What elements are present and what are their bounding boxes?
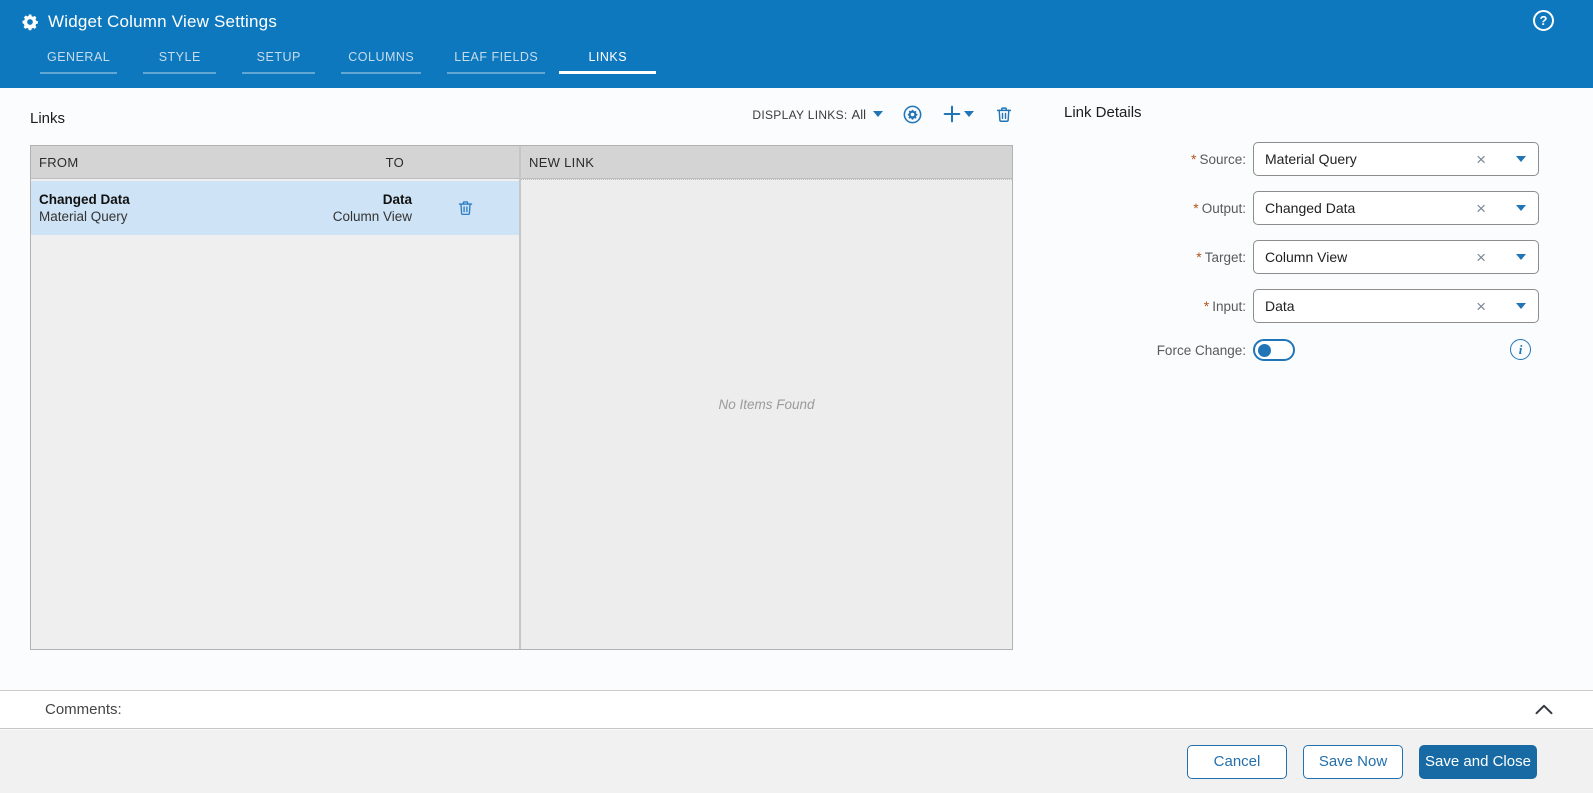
input-field-row: * Input: Data × (1064, 289, 1563, 323)
source-clear-icon[interactable]: × (1476, 151, 1486, 168)
to-column-header: TO (385, 154, 404, 170)
save-and-close-button[interactable]: Save and Close (1419, 744, 1537, 779)
existing-links-list: FROM TO Changed Data Material Query Data… (31, 146, 521, 649)
new-link-body: No Items Found (521, 179, 1012, 649)
link-from-output: Changed Data (39, 192, 130, 207)
output-clear-icon[interactable]: × (1476, 200, 1486, 217)
help-icon[interactable]: ? (1533, 10, 1554, 31)
new-link-header: NEW LINK (521, 146, 1012, 179)
target-select-value: Column View (1265, 249, 1348, 265)
add-link-chevron-down-icon[interactable] (964, 111, 974, 117)
target-clear-icon[interactable]: × (1476, 249, 1486, 266)
output-chevron-down-icon[interactable] (1516, 205, 1526, 211)
force-change-label: Force Change: (1156, 342, 1246, 358)
required-asterisk: * (1193, 200, 1199, 216)
titlebar: Widget Column View Settings ? (0, 0, 1593, 44)
link-row-selected[interactable]: Changed Data Material Query Data Column … (31, 181, 519, 235)
source-select[interactable]: Material Query × (1253, 142, 1539, 176)
dialog-title: Widget Column View Settings (48, 12, 278, 31)
save-now-button[interactable]: Save Now (1303, 744, 1403, 779)
link-from-widget: Material Query (39, 209, 128, 224)
input-select[interactable]: Data × (1253, 289, 1539, 323)
tab-setup[interactable]: SETUP (242, 44, 316, 88)
links-section-title: Links (30, 110, 66, 127)
display-links-value: All (851, 106, 866, 122)
source-label: * Source: (1191, 151, 1246, 167)
target-field-row: * Target: Column View × (1064, 240, 1563, 274)
input-label: * Input: (1203, 298, 1246, 314)
comments-label: Comments: (45, 701, 122, 718)
target-select[interactable]: Column View × (1253, 240, 1539, 274)
input-clear-icon[interactable]: × (1476, 298, 1486, 315)
target-chevron-down-icon[interactable] (1516, 254, 1526, 260)
dialog-header: Widget Column View Settings ? GENERAL ST… (0, 0, 1593, 88)
input-select-value: Data (1265, 298, 1295, 314)
gear-icon (21, 13, 39, 31)
empty-message: No Items Found (718, 396, 815, 412)
link-from-cell: Changed Data Material Query (39, 191, 202, 225)
tab-bar: GENERAL STYLE SETUP COLUMNS LEAF FIELDS … (39, 44, 657, 88)
delete-link-trash-icon[interactable] (995, 105, 1013, 124)
links-table-header: FROM TO (31, 146, 519, 179)
output-select[interactable]: Changed Data × (1253, 191, 1539, 225)
links-panel: FROM TO Changed Data Material Query Data… (30, 145, 1013, 650)
auto-link-gear-circle-icon[interactable] (902, 104, 923, 125)
output-select-value: Changed Data (1265, 200, 1356, 216)
tab-style[interactable]: STYLE (143, 44, 217, 88)
row-delete-trash-icon[interactable] (457, 199, 474, 217)
display-links-filter[interactable]: DISPLAY LINKS: All (752, 107, 883, 122)
link-to-cell: Data Column View (202, 191, 412, 225)
tab-links[interactable]: LINKS (559, 44, 657, 88)
info-icon[interactable]: i (1510, 339, 1531, 360)
chevron-down-icon (873, 111, 883, 117)
link-to-widget: Column View (332, 209, 412, 224)
output-label: * Output: (1193, 200, 1246, 216)
tab-columns[interactable]: COLUMNS (341, 44, 422, 88)
links-toolbar: DISPLAY LINKS: All (752, 102, 1013, 126)
new-link-panel: NEW LINK No Items Found (521, 146, 1012, 649)
chevron-up-icon[interactable] (1535, 704, 1553, 715)
source-field-row: * Source: Material Query × (1064, 142, 1563, 176)
required-asterisk: * (1196, 249, 1202, 265)
comments-bar: Comments: (0, 690, 1593, 729)
dialog-footer: Cancel Save Now Save and Close (0, 730, 1593, 793)
add-link-plus-icon[interactable] (942, 104, 962, 124)
from-column-header: FROM (39, 154, 79, 170)
tab-leaf-fields[interactable]: LEAF FIELDS (447, 44, 546, 88)
cancel-button[interactable]: Cancel (1187, 744, 1287, 779)
display-links-label: DISPLAY LINKS: (752, 107, 848, 122)
link-details-title: Link Details (1064, 104, 1142, 121)
required-asterisk: * (1191, 151, 1197, 167)
tab-general[interactable]: GENERAL (39, 44, 118, 88)
links-list-body: Changed Data Material Query Data Column … (31, 179, 519, 649)
force-change-toggle[interactable] (1253, 339, 1295, 361)
input-chevron-down-icon[interactable] (1516, 303, 1526, 309)
source-select-value: Material Query (1265, 151, 1357, 167)
force-change-row: Force Change: i (1064, 338, 1563, 362)
target-label: * Target: (1196, 249, 1246, 265)
required-asterisk: * (1203, 298, 1210, 314)
widget-settings-dialog: Widget Column View Settings ? GENERAL ST… (0, 0, 1593, 793)
link-to-input: Data (382, 192, 412, 207)
output-field-row: * Output: Changed Data × (1064, 191, 1563, 225)
source-chevron-down-icon[interactable] (1516, 156, 1526, 162)
link-details-panel: Link Details * Source: Material Query × *… (1064, 104, 1563, 362)
